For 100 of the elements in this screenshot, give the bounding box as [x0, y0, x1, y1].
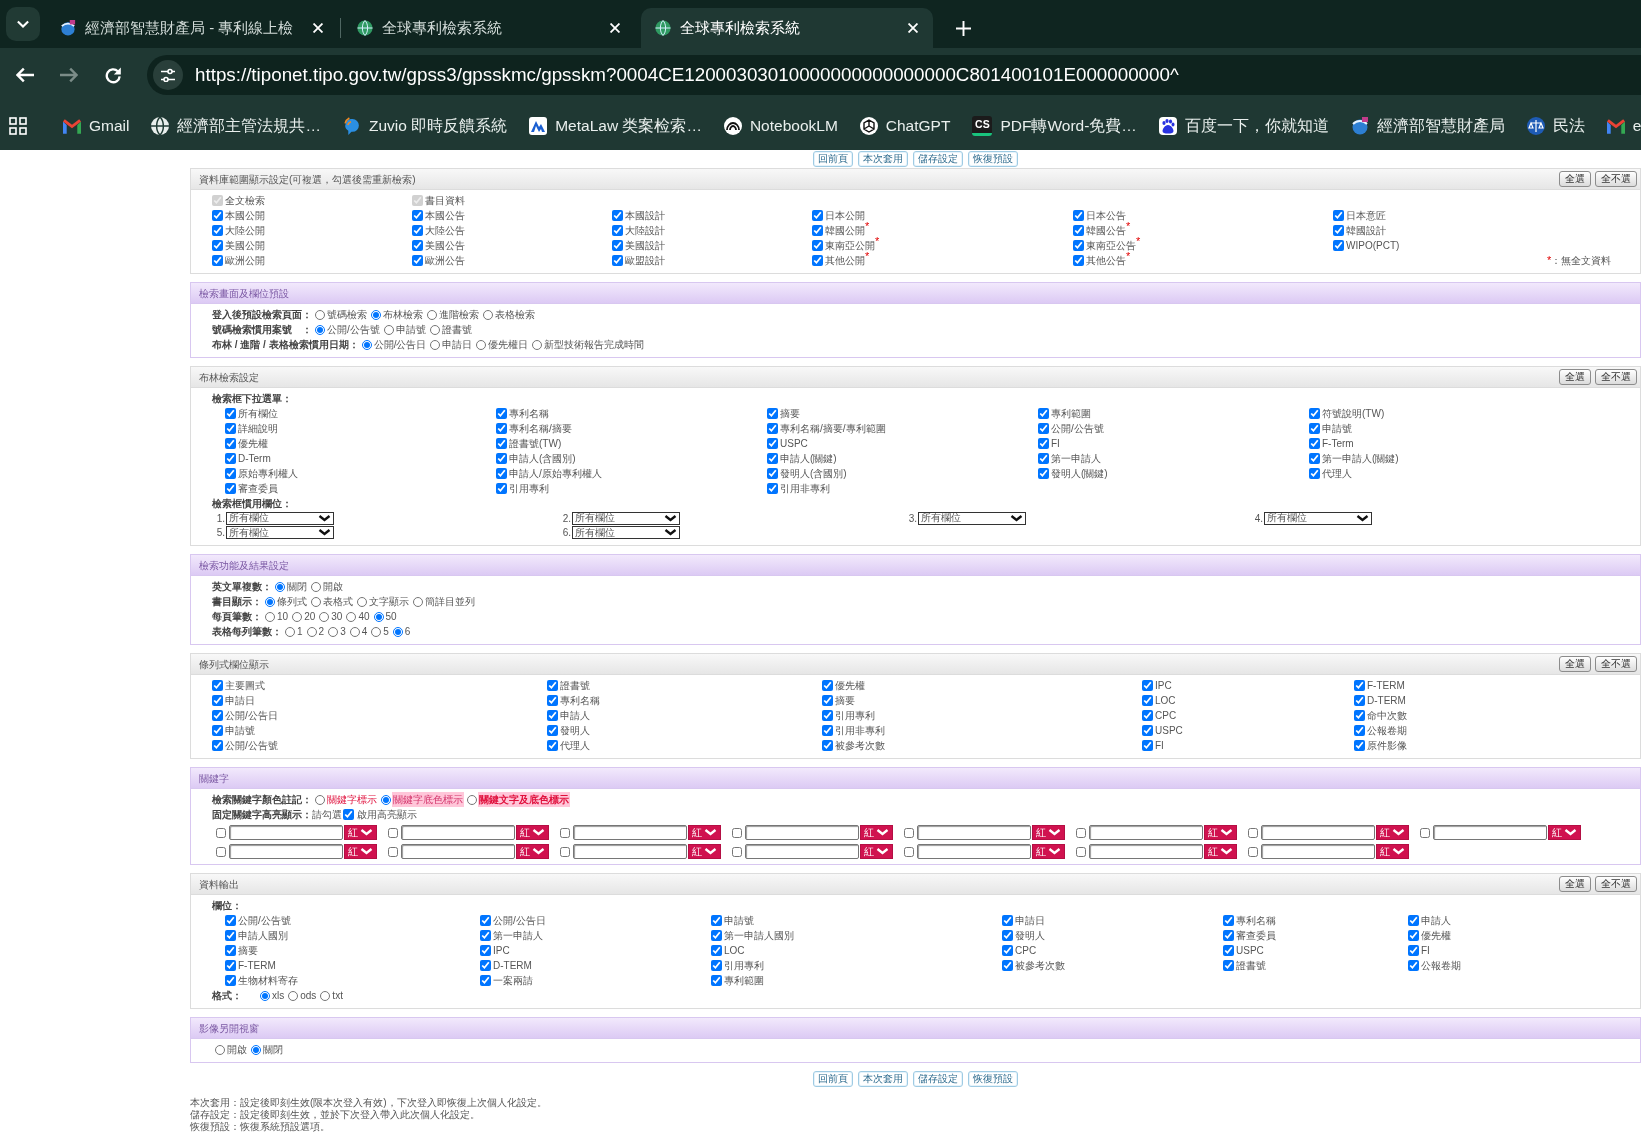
checkbox[interactable]: [812, 255, 823, 266]
radio-button[interactable]: [392, 626, 403, 637]
checkbox[interactable]: [496, 468, 507, 479]
checkbox[interactable]: [711, 945, 722, 956]
action-button[interactable]: 本次套用: [858, 1071, 908, 1087]
color-dropdown[interactable]: 紅: [344, 844, 377, 859]
checkbox[interactable]: [1408, 930, 1419, 941]
checkbox[interactable]: [225, 945, 236, 956]
action-button[interactable]: 本次套用: [858, 151, 908, 167]
checkbox[interactable]: [560, 827, 570, 838]
keyword-input[interactable]: [745, 825, 859, 840]
radio-button[interactable]: [427, 309, 437, 320]
checkbox[interactable]: [767, 468, 778, 479]
checkbox[interactable]: [212, 240, 223, 251]
checkbox[interactable]: [732, 827, 742, 838]
keyword-input[interactable]: [573, 844, 687, 859]
radio-button[interactable]: [265, 611, 275, 622]
radio-button[interactable]: [315, 309, 325, 320]
keyword-input[interactable]: [1433, 825, 1547, 840]
radio-button[interactable]: [275, 581, 285, 592]
radio-button[interactable]: [288, 990, 299, 1001]
radio-button[interactable]: [532, 339, 543, 350]
checkbox[interactable]: [547, 710, 558, 721]
checkbox[interactable]: [225, 468, 236, 479]
checkbox[interactable]: [711, 960, 722, 971]
radio-button[interactable]: [429, 324, 440, 335]
checkbox[interactable]: [1309, 423, 1320, 434]
dropdown[interactable]: 所有欄位: [1264, 511, 1372, 525]
clear-all-button[interactable]: 全不選: [1595, 369, 1637, 385]
radio-button[interactable]: [371, 309, 381, 320]
bookmark-link[interactable]: ChatGPT: [853, 111, 957, 141]
radio-button[interactable]: [349, 626, 360, 637]
checkbox[interactable]: [1333, 210, 1344, 221]
keyword-input[interactable]: [401, 844, 515, 859]
action-button[interactable]: 回前頁: [813, 151, 853, 167]
radio-button[interactable]: [430, 339, 441, 350]
radio-button[interactable]: [319, 611, 330, 622]
checkbox[interactable]: [1038, 468, 1049, 479]
checkbox[interactable]: [496, 453, 507, 464]
checkbox[interactable]: [1073, 240, 1084, 251]
checkbox[interactable]: [1408, 945, 1419, 956]
checkbox[interactable]: [1354, 740, 1365, 751]
checkbox[interactable]: [1333, 225, 1344, 236]
checkbox[interactable]: [812, 225, 823, 236]
checkbox[interactable]: [412, 255, 423, 266]
checkbox[interactable]: [1142, 740, 1153, 751]
radio-button[interactable]: [361, 339, 372, 350]
select-all-button[interactable]: 全選: [1559, 171, 1591, 187]
checkbox[interactable]: [1142, 725, 1153, 736]
radio-button[interactable]: [311, 581, 321, 592]
color-dropdown[interactable]: 紅: [516, 844, 549, 859]
checkbox[interactable]: [711, 930, 722, 941]
checkbox[interactable]: [612, 255, 623, 266]
dropdown[interactable]: 所有欄位: [226, 526, 334, 540]
checkbox[interactable]: [767, 483, 778, 494]
checkbox[interactable]: [612, 225, 623, 236]
checkbox[interactable]: [822, 695, 833, 706]
bookmark-link[interactable]: CS PDF轉Word-免費…: [966, 111, 1143, 141]
color-dropdown[interactable]: 紅: [344, 825, 377, 840]
checkbox[interactable]: [1408, 960, 1419, 971]
checkbox[interactable]: [904, 827, 914, 838]
checkbox[interactable]: [1223, 960, 1234, 971]
checkbox[interactable]: [412, 240, 423, 251]
checkbox[interactable]: [1038, 438, 1049, 449]
checkbox[interactable]: [496, 483, 507, 494]
radio-button[interactable]: [306, 626, 317, 637]
color-dropdown[interactable]: 紅: [1204, 825, 1237, 840]
bookmark-link[interactable]: Gmail: [57, 111, 136, 141]
select-all-button[interactable]: 全選: [1559, 369, 1591, 385]
checkbox[interactable]: [822, 725, 833, 736]
keyword-input[interactable]: [1089, 844, 1203, 859]
checkbox[interactable]: [1354, 695, 1365, 706]
action-button[interactable]: 恢復預設: [968, 1071, 1018, 1087]
checkbox[interactable]: [560, 846, 570, 857]
checkbox[interactable]: [1142, 695, 1153, 706]
checkbox[interactable]: [547, 740, 558, 751]
checkbox[interactable]: [1002, 960, 1013, 971]
checkbox[interactable]: [1002, 930, 1013, 941]
checkbox[interactable]: [1354, 680, 1365, 691]
bookmark-link[interactable]: 經濟部智慧財產局: [1344, 111, 1511, 141]
action-button[interactable]: 回前頁: [813, 1071, 853, 1087]
checkbox[interactable]: [1309, 438, 1320, 449]
checkbox[interactable]: [612, 210, 623, 221]
checkbox[interactable]: [480, 915, 491, 926]
radio-button[interactable]: [320, 990, 331, 1001]
action-button[interactable]: 儲存設定: [913, 151, 963, 167]
keyword-input[interactable]: [917, 844, 1031, 859]
checkbox[interactable]: [1408, 915, 1419, 926]
bookmark-link[interactable]: Zuvio 即時反饋系統: [337, 111, 514, 141]
checkbox[interactable]: [1076, 846, 1086, 857]
checkbox[interactable]: [212, 680, 223, 691]
checkbox[interactable]: [547, 725, 558, 736]
checkbox[interactable]: [1073, 225, 1084, 236]
color-dropdown[interactable]: 紅: [1376, 844, 1409, 859]
checkbox[interactable]: [1223, 915, 1234, 926]
checkbox[interactable]: [225, 915, 236, 926]
checkbox[interactable]: [767, 453, 778, 464]
bookmark-link[interactable]: 民法: [1520, 111, 1591, 141]
checkbox[interactable]: [480, 960, 491, 971]
keyword-input[interactable]: [1261, 825, 1375, 840]
